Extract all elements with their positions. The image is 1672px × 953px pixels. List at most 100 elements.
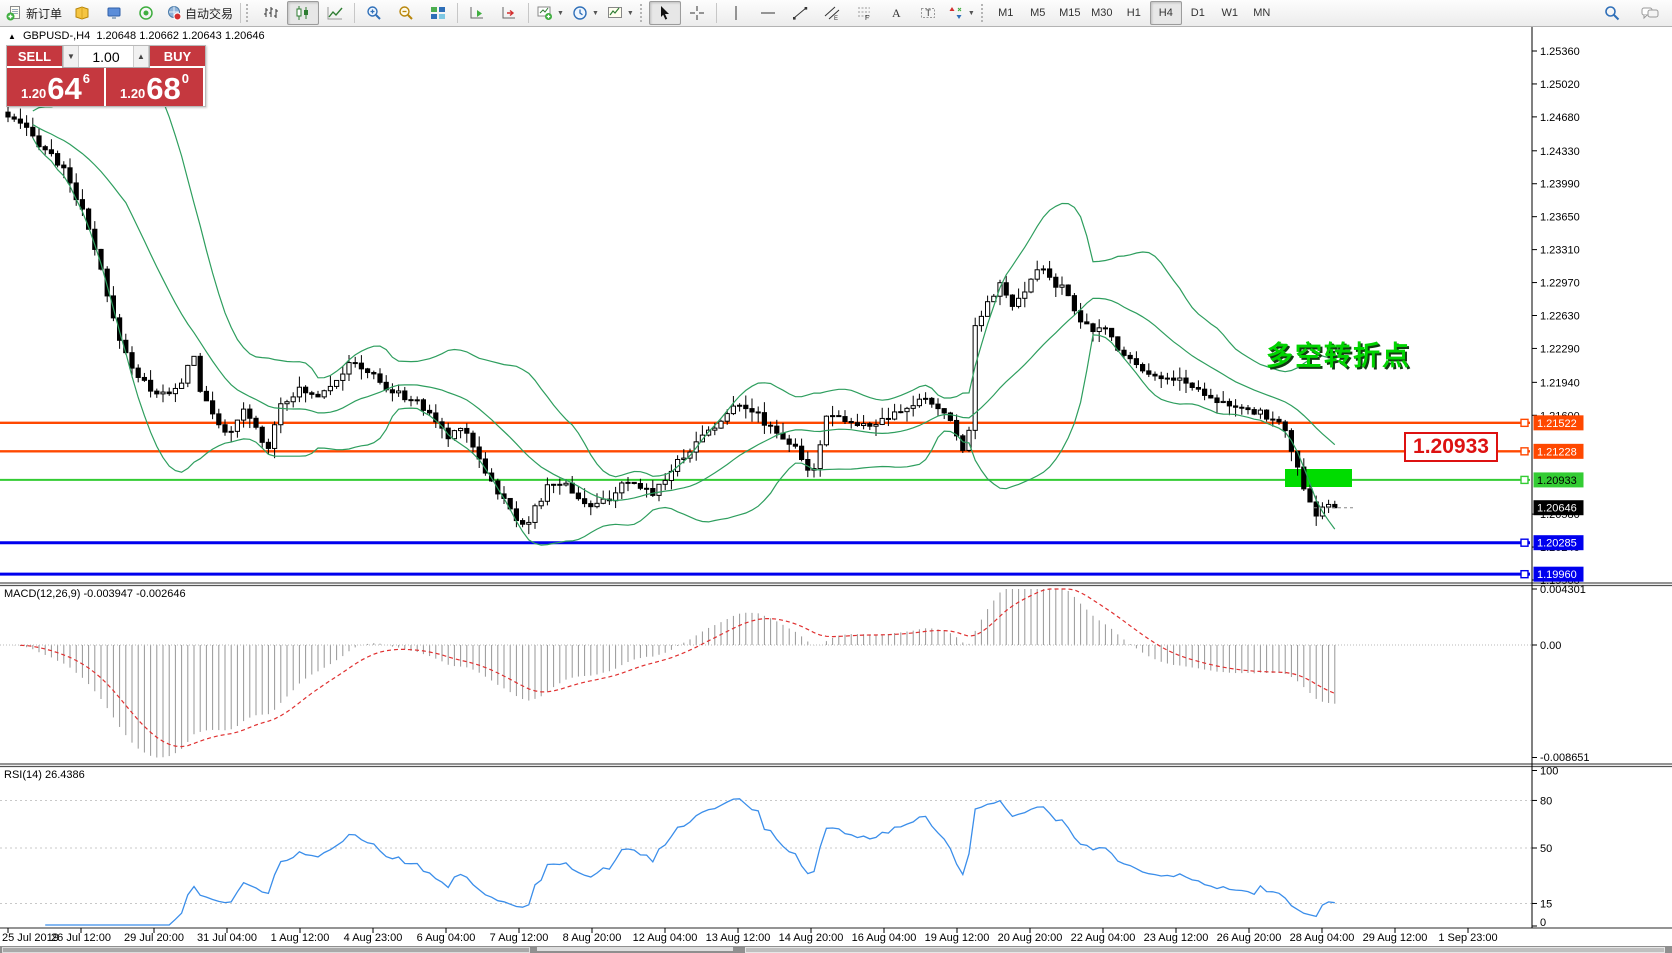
period-clock-button[interactable]: ▼ — [568, 1, 603, 25]
rsi-scale-label: 50 — [1540, 843, 1552, 855]
sell-price-big: 64 — [47, 72, 81, 106]
chat-button[interactable] — [1634, 1, 1666, 25]
hline-label-1.19960[interactable]: 1.19960 — [1521, 567, 1584, 582]
search-button[interactable] — [1596, 1, 1628, 25]
strategy-button[interactable] — [130, 1, 162, 25]
button-label: H1 — [1127, 7, 1141, 19]
volume-decrease-button[interactable]: ▼ — [63, 46, 79, 67]
vline-button[interactable] — [720, 1, 752, 25]
chart-canvas[interactable]: 1.253601.250201.246801.243301.239901.236… — [0, 0, 1672, 953]
price-tick-label: 1.23990 — [1540, 179, 1580, 191]
timeframe-m30-button[interactable]: M30 — [1086, 1, 1118, 25]
timeframe-m1-button[interactable]: M1 — [990, 1, 1022, 25]
timeframe-d1-button[interactable]: D1 — [1182, 1, 1214, 25]
time-tick-label: 23 Aug 12:00 — [1144, 932, 1209, 944]
hline-icon — [760, 5, 776, 21]
sell-button[interactable]: SELL — [7, 46, 62, 68]
svg-text:F: F — [865, 15, 869, 21]
chart-shift-icon — [501, 5, 517, 21]
chart-shift-button[interactable] — [493, 1, 525, 25]
template-icon — [607, 5, 623, 21]
hline-price-label: 1.19960 — [1537, 569, 1577, 581]
crosshair-icon — [689, 5, 705, 21]
timeframe-m15-button[interactable]: M15 — [1054, 1, 1086, 25]
trendline-button[interactable] — [784, 1, 816, 25]
macd-values: -0.003947 -0.002646 — [83, 588, 185, 600]
new-order-icon — [6, 5, 23, 21]
auto-scroll-button[interactable] — [461, 1, 493, 25]
zoom-in-button[interactable] — [358, 1, 390, 25]
timeframe-mn-button[interactable]: MN — [1246, 1, 1278, 25]
chevron-down-icon: ▼ — [557, 10, 564, 17]
sell-price-sup: 6 — [83, 71, 90, 86]
label-t-button[interactable]: T — [912, 1, 944, 25]
hline-price-label: 1.21522 — [1537, 418, 1577, 430]
volume-increase-button[interactable]: ▲ — [133, 46, 149, 67]
volume-input[interactable] — [79, 46, 133, 67]
trendline-icon — [792, 5, 808, 21]
toolbar-grip — [246, 4, 251, 22]
timeframe-m5-button[interactable]: M5 — [1022, 1, 1054, 25]
new-chart-icon — [536, 5, 553, 21]
cursor-button[interactable] — [649, 1, 681, 25]
annotation-turning-point[interactable]: 多空转折点 — [1266, 334, 1411, 373]
button-label: M30 — [1091, 7, 1112, 19]
hline-label-1.20933[interactable]: 1.20933 — [1521, 472, 1584, 487]
candlestick-button[interactable] — [287, 1, 319, 25]
main-toolbar: 新订单自动交易▼▼▼EFAT▼M1M5M15M30H1H4D1W1MN — [0, 0, 1672, 27]
collapse-one-click-icon[interactable]: ▲ — [8, 32, 16, 41]
new-chart-button[interactable]: ▼ — [532, 1, 568, 25]
sell-price-button[interactable]: 1.20 64 6 — [7, 68, 104, 106]
scrollbar-segment[interactable] — [2, 947, 530, 953]
scrollbar-thumb[interactable] — [537, 947, 733, 951]
annotation-price-box[interactable]: 1.20933 — [1404, 432, 1498, 462]
zoom-out-button[interactable] — [390, 1, 422, 25]
candles — [6, 102, 1337, 535]
tile-windows-icon — [430, 5, 446, 21]
timeframe-h4-button[interactable]: H4 — [1150, 1, 1182, 25]
timeframe-w1-button[interactable]: W1 — [1214, 1, 1246, 25]
time-tick-label: 26 Jul 12:00 — [51, 932, 111, 944]
macd-label: MACD(12,26,9) -0.003947 -0.002646 — [4, 588, 186, 600]
line-chart-button[interactable] — [319, 1, 351, 25]
auto-trading-button[interactable]: 自动交易 — [162, 1, 237, 25]
zoom-in-icon — [366, 5, 382, 21]
hline-label-1.21522[interactable]: 1.21522 — [1521, 415, 1584, 430]
one-click-trading-panel: SELL ▼ ▲ BUY 1.20 64 6 1.20 68 0 — [6, 45, 206, 107]
line-chart-icon — [327, 5, 343, 21]
price-tick-label: 1.25020 — [1540, 79, 1580, 91]
tile-windows-button[interactable] — [422, 1, 454, 25]
symbol-label: GBPUSD-,H4 — [23, 30, 90, 42]
market-watch-button[interactable] — [66, 1, 98, 25]
buy-price-sup: 0 — [182, 71, 189, 86]
new-order-button[interactable]: 新订单 — [2, 1, 66, 25]
arrows-button[interactable]: ▼ — [944, 1, 979, 25]
button-label: 自动交易 — [185, 5, 233, 22]
terminal-button[interactable] — [98, 1, 130, 25]
equichannel-icon: E — [824, 5, 840, 21]
price-tick-label: 1.25360 — [1540, 46, 1580, 58]
bar-chart-button[interactable] — [255, 1, 287, 25]
text-a-button[interactable]: A — [880, 1, 912, 25]
toolbar-separator — [354, 3, 355, 23]
fibo-button[interactable]: F — [848, 1, 880, 25]
hline-label-1.21228[interactable]: 1.21228 — [1521, 444, 1584, 459]
timeframe-h1-button[interactable]: H1 — [1118, 1, 1150, 25]
crosshair-button[interactable] — [681, 1, 713, 25]
search-icon — [1604, 5, 1620, 21]
horizontal-scrollbar[interactable] — [0, 946, 1672, 953]
rsi-scale-label: 15 — [1540, 898, 1552, 910]
green-zone-rectangle[interactable] — [1285, 469, 1352, 487]
buy-price-button[interactable]: 1.20 68 0 — [106, 68, 203, 106]
hline-label-1.20285[interactable]: 1.20285 — [1521, 535, 1584, 550]
hline-button[interactable] — [752, 1, 784, 25]
button-label: M15 — [1059, 7, 1080, 19]
price-tick-label: 1.24330 — [1540, 146, 1580, 158]
equichannel-button[interactable]: E — [816, 1, 848, 25]
time-tick-label: 8 Aug 20:00 — [563, 932, 622, 944]
rsi-label: RSI(14) 26.4386 — [4, 769, 85, 781]
template-button[interactable]: ▼ — [603, 1, 638, 25]
scrollbar-segment[interactable] — [745, 947, 1665, 953]
rsi-scale-label: 0 — [1540, 917, 1546, 929]
buy-button[interactable]: BUY — [150, 46, 205, 68]
